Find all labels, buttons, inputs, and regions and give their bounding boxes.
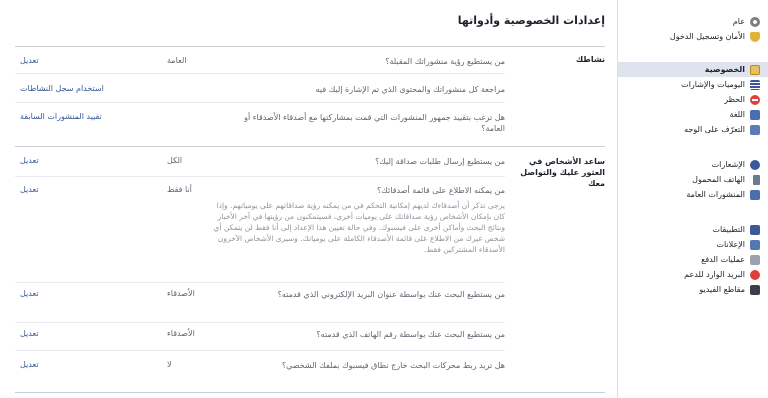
face-recognition-icon — [750, 124, 760, 135]
use-activity-log-link[interactable]: استخدام سجل النشاطات — [20, 84, 104, 93]
sidebar-item-label: الإشعارات — [711, 160, 745, 169]
sidebar-item-label: التعرّف على الوجه — [684, 125, 745, 134]
title-divider — [15, 46, 605, 47]
rss-icon — [750, 189, 760, 200]
friend-list-description: يرجى تذكر أن أصدقاءك لديهم إمكانية التحك… — [213, 201, 506, 254]
row-divider — [15, 73, 505, 74]
sidebar-group-apps: التطبيقات الإعلانات عمليات الدفع البريد … — [618, 222, 768, 297]
row-divider — [15, 322, 505, 323]
edit-future-posts-button[interactable]: تعديل — [20, 56, 39, 65]
sidebar-item-general[interactable]: عام — [618, 14, 768, 29]
sidebar-item-language[interactable]: اللغة — [618, 107, 768, 122]
row-value-phone-lookup: الأصدقاء — [167, 329, 195, 338]
video-icon — [750, 284, 760, 295]
sidebar-item-label: مقاطع الفيديو — [699, 285, 745, 294]
sidebar-item-videos[interactable]: مقاطع الفيديو — [618, 282, 768, 297]
sidebar-item-label: اللغة — [729, 110, 745, 119]
sidebar-item-payments[interactable]: عمليات الدفع — [618, 252, 768, 267]
support-inbox-icon — [750, 269, 760, 280]
sidebar-item-face-recognition[interactable]: التعرّف على الوجه — [618, 122, 768, 137]
row-question-friend-requests: من يستطيع إرسال طلبات صداقة إليك؟ — [375, 157, 505, 166]
lock-icon — [750, 64, 760, 75]
row-value-search-engines: لا — [167, 360, 172, 369]
language-icon — [750, 109, 760, 120]
sidebar-item-label: الإعلانات — [716, 240, 745, 249]
privacy-settings-panel: إعدادات الخصوصية وأدواتها نشاطك من يستطي… — [0, 0, 617, 398]
payments-icon — [750, 254, 760, 265]
shield-icon — [750, 31, 760, 42]
sidebar-item-notifications[interactable]: الإشعارات — [618, 157, 768, 172]
row-value-friend-list: أنا فقط — [167, 185, 192, 194]
edit-search-engines-button[interactable]: تعديل — [20, 360, 39, 369]
limit-past-posts-link[interactable]: تقييد المنشورات السابقة — [20, 112, 102, 121]
settings-sidebar: عام الأمان وتسجيل الدخول الخصوصية اليومي… — [617, 0, 768, 398]
sidebar-item-ads[interactable]: الإعلانات — [618, 237, 768, 252]
sidebar-item-label: الحظر — [724, 95, 745, 104]
edit-phone-lookup-button[interactable]: تعديل — [20, 329, 39, 338]
sidebar-item-security[interactable]: الأمان وتسجيل الدخول — [618, 29, 768, 44]
sidebar-item-label: اليوميات والإشارات — [681, 80, 745, 89]
sidebar-group-notifications: الإشعارات الهاتف المحمول المنشورات العام… — [618, 157, 768, 202]
row-divider — [15, 176, 505, 177]
section-label-your-activity: نشاطك — [575, 55, 605, 64]
sidebar-item-label: الأمان وتسجيل الدخول — [669, 32, 745, 41]
section-divider — [15, 146, 605, 147]
sidebar-item-public-posts[interactable]: المنشورات العامة — [618, 187, 768, 202]
mobile-phone-icon — [753, 174, 760, 185]
edit-email-lookup-button[interactable]: تعديل — [20, 289, 39, 298]
sidebar-item-privacy[interactable]: الخصوصية — [618, 62, 768, 77]
row-question-search-engines: هل تريد ربط محركات البحث خارج نطاق فيسبو… — [281, 361, 505, 370]
sidebar-item-label: التطبيقات — [712, 225, 745, 234]
row-divider — [15, 282, 505, 283]
ads-icon — [750, 239, 760, 250]
row-question-friend-list: من يمكنه الاطلاع على قائمة أصدقائك؟ — [377, 186, 505, 195]
row-question-limit-past-posts: هل ترغب بتقييد جمهور المنشورات التي قمت … — [244, 113, 505, 133]
timeline-icon — [750, 79, 760, 90]
sidebar-item-apps[interactable]: التطبيقات — [618, 222, 768, 237]
row-question-phone-lookup: من يستطيع البحث عنك بواسطة رقم الهاتف ال… — [316, 330, 505, 339]
sidebar-item-label: عام — [732, 17, 745, 26]
sidebar-group-privacy: الخصوصية اليوميات والإشارات الحظر اللغة … — [618, 62, 768, 137]
row-question-future-posts: من يستطيع رؤية منشوراتك المقبلة؟ — [385, 57, 505, 66]
row-value-friend-requests: الكل — [167, 156, 183, 165]
section-label-find-contact: ساعد الأشخاص في العثور عليك والتواصل معك — [520, 157, 605, 188]
row-divider — [15, 350, 505, 351]
row-question-review-posts: مراجعة كل منشوراتك والمحتوى الذي تم الإش… — [315, 85, 505, 94]
sidebar-item-label: الخصوصية — [704, 65, 745, 74]
page-title: إعدادات الخصوصية وأدواتها — [457, 14, 605, 27]
sidebar-item-label: المنشورات العامة — [686, 190, 745, 199]
sidebar-item-label: عمليات الدفع — [701, 255, 745, 264]
row-value-future-posts: العامة — [167, 56, 187, 65]
edit-friend-list-button[interactable]: تعديل — [20, 185, 39, 194]
block-icon — [750, 94, 760, 105]
sidebar-group-general: عام الأمان وتسجيل الدخول — [618, 0, 768, 44]
apps-icon — [750, 224, 760, 235]
sidebar-item-label: البريد الوارد للدعم — [684, 270, 745, 279]
sidebar-item-support-inbox[interactable]: البريد الوارد للدعم — [618, 267, 768, 282]
section-divider — [15, 392, 605, 393]
sidebar-item-label: الهاتف المحمول — [692, 175, 745, 184]
gear-icon — [750, 16, 760, 27]
globe-icon — [750, 159, 760, 170]
row-question-email-lookup: من يستطيع البحث عنك بواسطة عنوان البريد … — [277, 290, 505, 299]
sidebar-item-mobile[interactable]: الهاتف المحمول — [618, 172, 768, 187]
sidebar-item-timeline[interactable]: اليوميات والإشارات — [618, 77, 768, 92]
row-value-email-lookup: الأصدقاء — [167, 289, 195, 298]
row-divider — [15, 102, 505, 103]
sidebar-item-blocking[interactable]: الحظر — [618, 92, 768, 107]
edit-friend-requests-button[interactable]: تعديل — [20, 156, 39, 165]
